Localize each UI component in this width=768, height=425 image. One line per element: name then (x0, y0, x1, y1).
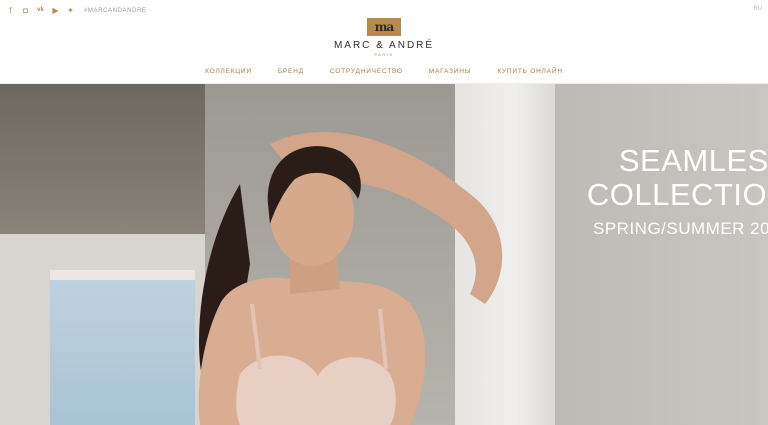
youtube-icon[interactable]: ▶ (51, 6, 60, 15)
facebook-icon[interactable]: f (6, 6, 15, 15)
nav-stores[interactable]: МАГАЗИНЫ (429, 68, 472, 75)
nav-brand[interactable]: БРЕНД (278, 68, 304, 75)
nav-partnership[interactable]: СОТРУДНИЧЕСТВО (330, 68, 403, 75)
logo-mark: ma (367, 18, 401, 36)
logo-name: MARC & ANDRÉ (333, 40, 435, 51)
brand-logo[interactable]: ma MARC & ANDRÉ PARIS (322, 18, 446, 57)
hero-subtitle: SPRING/SUMMER 2017 (593, 219, 768, 238)
site-header: f ◘ vk ▶ ✦ #MARCANDANDRE RU ma MARC & AN… (0, 0, 768, 84)
hero-banner[interactable]: SEAMLESS COLLECTION SPRING/SUMMER 2017 (0, 84, 768, 425)
logo-sub: PARIS (374, 52, 394, 57)
hero-title-line1: SEAMLESS (618, 143, 768, 178)
hero-headline: SEAMLESS COLLECTION SPRING/SUMMER 2017 (560, 144, 768, 242)
main-nav: КОЛЛЕКЦИИ БРЕНД СОТРУДНИЧЕСТВО МАГАЗИНЫ … (0, 68, 768, 75)
language-switch[interactable]: RU (753, 6, 762, 12)
social-links: f ◘ vk ▶ ✦ #MARCANDANDRE (6, 6, 146, 15)
hero-title-line2: COLLECTION (586, 177, 768, 212)
hero-bg-wall-right (555, 84, 768, 425)
vk-icon[interactable]: vk (36, 6, 45, 15)
instagram-icon[interactable]: ◘ (21, 6, 30, 15)
nav-buy-online[interactable]: КУПИТЬ ОНЛАЙН (497, 68, 563, 75)
twitter-icon[interactable]: ✦ (66, 6, 75, 15)
hero-model-image (198, 132, 503, 425)
logo-mark-text: ma (374, 20, 395, 34)
hashtag-link[interactable]: #MARCANDANDRE (84, 8, 146, 14)
nav-collections[interactable]: КОЛЛЕКЦИИ (205, 68, 252, 75)
